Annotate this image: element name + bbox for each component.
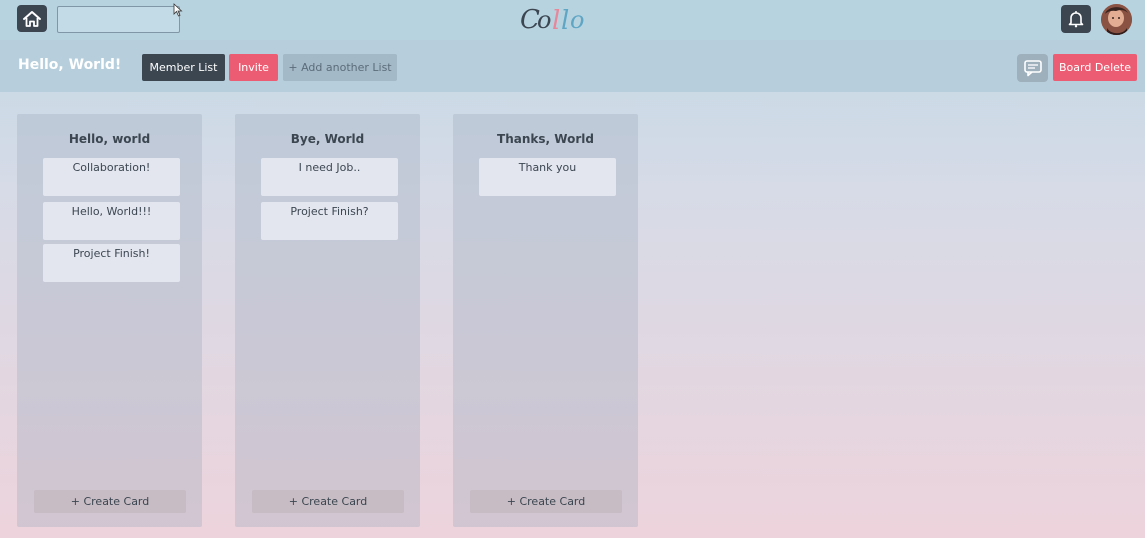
create-card-button[interactable]: + Create Card <box>470 490 622 513</box>
card[interactable]: Collaboration! <box>43 158 180 196</box>
list-column: Bye, World I need Job.. Project Finish? … <box>235 114 420 527</box>
svg-text:l: l <box>552 6 560 36</box>
avatar-photo-icon <box>1101 4 1132 35</box>
top-navbar: C o l l o <box>0 0 1145 40</box>
board-header: Hello, World! Member List Invite + Add a… <box>0 40 1145 92</box>
list-title[interactable]: Bye, World <box>235 132 420 146</box>
member-list-button[interactable]: Member List <box>142 54 225 81</box>
card[interactable]: Project Finish! <box>43 244 180 282</box>
svg-text:o: o <box>570 6 584 34</box>
card[interactable]: I need Job.. <box>261 158 398 196</box>
board-delete-button[interactable]: Board Delete <box>1053 54 1137 81</box>
card[interactable]: Hello, World!!! <box>43 202 180 240</box>
user-avatar[interactable] <box>1101 4 1132 35</box>
list-title[interactable]: Hello, world <box>17 132 202 146</box>
add-list-button[interactable]: + Add another List <box>283 54 397 81</box>
mouse-cursor-icon <box>173 3 183 17</box>
svg-text:l: l <box>561 6 569 36</box>
svg-text:o: o <box>537 6 551 34</box>
create-card-button[interactable]: + Create Card <box>34 490 186 513</box>
notifications-button[interactable] <box>1061 5 1091 33</box>
list-column: Thanks, World Thank you + Create Card <box>453 114 638 527</box>
card[interactable]: Thank you <box>479 158 616 196</box>
card[interactable]: Project Finish? <box>261 202 398 240</box>
search-input[interactable] <box>57 6 180 33</box>
board-title: Hello, World! <box>18 57 122 73</box>
list-column: Hello, world Collaboration! Hello, World… <box>17 114 202 527</box>
home-icon <box>23 10 41 27</box>
list-title[interactable]: Thanks, World <box>453 132 638 146</box>
home-button[interactable] <box>17 5 47 32</box>
chat-icon <box>1023 60 1042 77</box>
bell-icon <box>1068 11 1084 28</box>
invite-button[interactable]: Invite <box>229 54 278 81</box>
create-card-button[interactable]: + Create Card <box>252 490 404 513</box>
collo-logo[interactable]: C o l l o <box>518 0 598 40</box>
chat-button[interactable] <box>1017 54 1048 82</box>
